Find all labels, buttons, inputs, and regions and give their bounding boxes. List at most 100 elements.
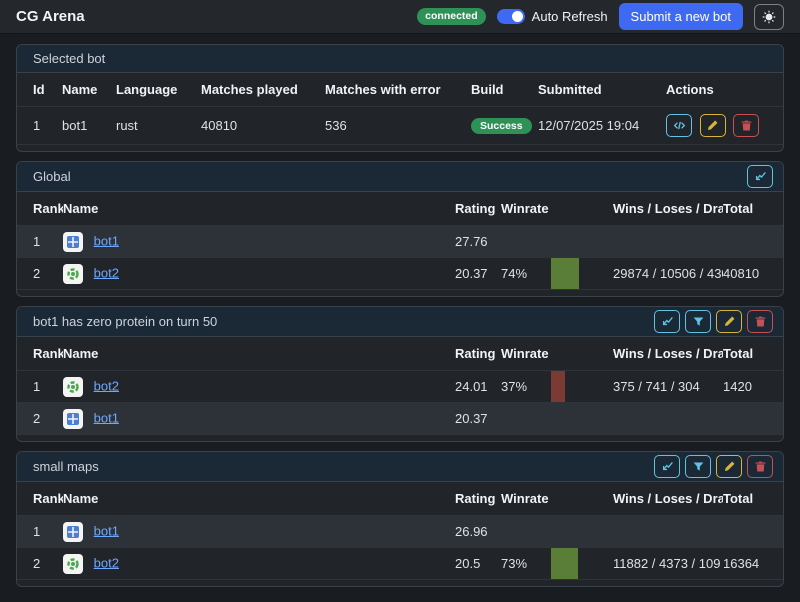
auto-refresh-toggle[interactable] <box>497 9 525 24</box>
total-cell: 40810 <box>723 258 783 290</box>
leaderboard-panel-small-maps: small maps <box>16 451 784 587</box>
bot-link[interactable]: bot1 <box>94 233 119 248</box>
col-winrate: Winrate <box>501 482 551 516</box>
rank-cell: 2 <box>17 258 63 290</box>
main-content: Selected bot Id Name Language Matches pl… <box>0 34 800 602</box>
trash-icon <box>754 460 767 473</box>
bot-name: bot1 <box>62 107 116 145</box>
bot-id: 1 <box>17 107 62 145</box>
auto-refresh-label: Auto Refresh <box>532 9 608 24</box>
winrate-cell <box>501 403 551 435</box>
col-matches-with-error: Matches with error <box>325 73 471 107</box>
winrate-bar-cell <box>551 371 613 403</box>
wld-cell <box>613 403 723 435</box>
chart-button[interactable] <box>747 165 773 188</box>
bot-link[interactable]: bot1 <box>94 523 119 538</box>
leaderboard-table: Rank Name Rating Winrate Wins / Loses / … <box>17 192 783 290</box>
filter-button[interactable] <box>685 310 711 333</box>
total-cell <box>723 226 783 258</box>
col-language: Language <box>116 73 201 107</box>
col-build: Build <box>471 73 538 107</box>
winrate-bar-cell <box>551 516 613 548</box>
pencil-icon <box>706 119 719 132</box>
chart-button[interactable] <box>654 455 680 478</box>
rating-cell: 24.01 <box>455 371 501 403</box>
bot-link[interactable]: bot1 <box>94 410 119 425</box>
theme-toggle-button[interactable] <box>754 4 784 30</box>
bot-link[interactable]: bot2 <box>94 378 119 393</box>
rank-cell: 1 <box>17 516 63 548</box>
col-rating: Rating <box>455 482 501 516</box>
pencil-icon <box>723 460 736 473</box>
trash-icon <box>754 315 767 328</box>
edit-leaderboard-button[interactable] <box>716 310 742 333</box>
toggle-knob <box>512 11 523 22</box>
topbar-actions: connected Auto Refresh Submit a new bot <box>417 3 784 30</box>
graph-icon <box>661 315 674 328</box>
panel-title: Selected bot <box>33 51 105 66</box>
leaderboard-panel-zero-protein: bot1 has zero protein on turn 50 <box>16 306 784 442</box>
bot-link[interactable]: bot2 <box>94 265 119 280</box>
winrate-bar <box>551 548 578 579</box>
winrate-cell <box>501 226 551 258</box>
col-wld: Wins / Loses / Draws <box>613 337 723 371</box>
col-actions: Actions <box>666 73 783 107</box>
delete-leaderboard-button[interactable] <box>747 455 773 478</box>
col-rating: Rating <box>455 192 501 226</box>
sun-icon <box>762 10 776 24</box>
leaderboard-actions <box>654 455 773 478</box>
table-row: 2 bot2 20.37 74% 29874 / 10506 / 430 408… <box>17 258 783 290</box>
edit-bot-button[interactable] <box>700 114 726 137</box>
col-winrate: Winrate <box>501 337 551 371</box>
edit-leaderboard-button[interactable] <box>716 455 742 478</box>
winrate-bar <box>551 371 565 402</box>
rating-cell: 26.96 <box>455 516 501 548</box>
filter-button[interactable] <box>685 455 711 478</box>
total-cell <box>723 516 783 548</box>
col-winrate-bar <box>551 192 613 226</box>
total-cell: 1420 <box>723 371 783 403</box>
winrate-cell: 74% <box>501 258 551 290</box>
col-rank: Rank <box>17 482 63 516</box>
name-cell: bot1 <box>63 226 455 258</box>
leaderboard-panel-global: Global Rank Name <box>16 161 784 297</box>
graph-icon <box>754 170 767 183</box>
name-cell: bot2 <box>63 371 455 403</box>
table-row: 1 bot2 24.01 37% 375 / 741 / 304 1420 <box>17 371 783 403</box>
submit-new-bot-button[interactable]: Submit a new bot <box>619 3 743 30</box>
delete-bot-button[interactable] <box>733 114 759 137</box>
funnel-icon <box>692 315 705 328</box>
col-id: Id <box>17 73 62 107</box>
view-code-button[interactable] <box>666 114 692 137</box>
table-header-row: Rank Name Rating Winrate Wins / Loses / … <box>17 192 783 226</box>
winrate-cell <box>501 516 551 548</box>
winrate-bar-cell <box>551 226 613 258</box>
total-cell <box>723 403 783 435</box>
selected-bot-panel: Selected bot Id Name Language Matches pl… <box>16 44 784 152</box>
table-header-row: Id Name Language Matches played Matches … <box>17 73 783 107</box>
chart-button[interactable] <box>654 310 680 333</box>
rating-cell: 27.76 <box>455 226 501 258</box>
footer: + New leaderboard <box>16 596 784 602</box>
leaderboard-table: Rank Name Rating Winrate Wins / Loses / … <box>17 337 783 435</box>
delete-leaderboard-button[interactable] <box>747 310 773 333</box>
winrate-bar-cell <box>551 403 613 435</box>
name-cell: bot2 <box>63 548 455 580</box>
col-total: Total <box>723 192 783 226</box>
funnel-icon <box>692 460 705 473</box>
graph-icon <box>661 460 674 473</box>
selected-bot-panel-header: Selected bot <box>17 45 783 73</box>
winrate-cell: 37% <box>501 371 551 403</box>
rating-cell: 20.5 <box>455 548 501 580</box>
leaderboard-actions <box>747 165 773 188</box>
col-winrate-bar <box>551 482 613 516</box>
wld-cell <box>613 226 723 258</box>
bot-link[interactable]: bot2 <box>94 555 119 570</box>
bot1-avatar <box>63 232 83 252</box>
rating-cell: 20.37 <box>455 403 501 435</box>
bot2-avatar <box>63 377 83 397</box>
selected-bot-table: Id Name Language Matches played Matches … <box>17 73 783 145</box>
rank-cell: 2 <box>17 403 63 435</box>
col-rating: Rating <box>455 337 501 371</box>
table-header-row: Rank Name Rating Winrate Wins / Loses / … <box>17 337 783 371</box>
